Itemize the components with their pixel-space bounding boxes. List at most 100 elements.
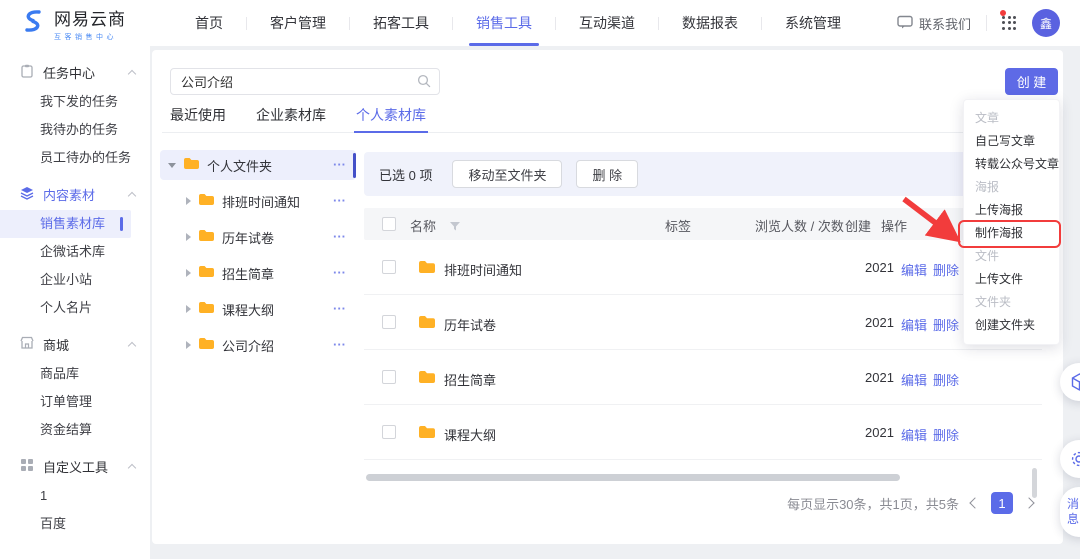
delete-link[interactable]: 删除 (933, 370, 959, 389)
tab-enterprise-library[interactable]: 企业素材库 (256, 100, 326, 132)
more-actions-icon[interactable] (333, 160, 346, 170)
edit-link[interactable]: 编辑 (901, 260, 927, 279)
delete-link[interactable]: 删除 (933, 260, 959, 279)
contact-us-label: 联系我们 (918, 16, 971, 32)
sidebar-item-fund-settlement[interactable]: 资金结算 (0, 416, 150, 444)
select-all-checkbox[interactable] (382, 217, 396, 231)
tree-node-personal-folder[interactable]: 个人文件夹 (160, 150, 356, 180)
menu-item-repost-official-article[interactable]: 转载公众号文章 (964, 153, 1059, 176)
more-actions-icon[interactable] (333, 232, 346, 242)
sidebar-section-mall[interactable]: 商城 (0, 329, 150, 360)
contact-us-button[interactable]: 联系我们 (897, 14, 971, 33)
tree-node-shift-notice[interactable]: 排班时间通知 (160, 186, 356, 216)
sidebar-item-tasks-staff-todo[interactable]: 员工待办的任务 (0, 144, 150, 172)
horizontal-scrollbar-thumb[interactable] (366, 474, 900, 481)
row-name-link[interactable]: 历年试卷 (444, 315, 496, 334)
search-input[interactable] (170, 68, 440, 95)
nav-item-channels[interactable]: 互动渠道 (556, 0, 658, 46)
delete-link[interactable]: 删除 (933, 425, 959, 444)
sidebar-item-order-management[interactable]: 订单管理 (0, 388, 150, 416)
sidebar-section-content[interactable]: 内容素材 (0, 179, 150, 210)
more-actions-icon[interactable] (333, 304, 346, 314)
tree-node-admission-brochure[interactable]: 招生简章 (160, 258, 356, 288)
row-name-link[interactable]: 课程大纲 (444, 425, 496, 444)
row-name-link[interactable]: 招生简章 (444, 370, 496, 389)
row-checkbox[interactable] (382, 315, 396, 329)
tree-node-label: 公司介绍 (222, 338, 275, 354)
logo-title: 网易云商 (54, 9, 126, 29)
section-label: 商城 (43, 338, 70, 353)
sidebar-item-personal-card[interactable]: 个人名片 (0, 294, 150, 322)
more-actions-icon[interactable] (333, 340, 346, 350)
filter-funnel-icon[interactable] (450, 219, 460, 234)
more-actions-icon[interactable] (333, 196, 346, 206)
message-float-button[interactable]: 消息 (1060, 487, 1080, 537)
section-label: 内容素材 (43, 188, 96, 203)
column-header-name: 名称 (410, 219, 437, 234)
row-created-date: 2021 (865, 315, 894, 330)
nav-item-reports[interactable]: 数据报表 (659, 0, 761, 46)
tree-node-label: 历年试卷 (222, 230, 275, 246)
sidebar-item-wecom-scripts[interactable]: 企微话术库 (0, 238, 150, 266)
menu-item-upload-poster[interactable]: 上传海报 (964, 199, 1059, 222)
nav-item-home[interactable]: 首页 (172, 0, 246, 46)
sidebar-section-custom-tools[interactable]: 自定义工具 (0, 451, 150, 482)
sidebar-item-custom-1[interactable]: 1 (0, 482, 150, 510)
row-name-link[interactable]: 排班时间通知 (444, 260, 522, 279)
message-label: 消息 (1067, 497, 1080, 526)
caret-right-icon[interactable] (186, 305, 191, 313)
caret-right-icon[interactable] (186, 341, 191, 349)
folder-icon (418, 260, 436, 277)
nav-item-customers[interactable]: 客户管理 (247, 0, 349, 46)
prev-page-icon[interactable] (969, 497, 981, 509)
sidebar-section-tasks[interactable]: 任务中心 (0, 57, 150, 88)
menu-item-create-folder[interactable]: 创建文件夹 (964, 314, 1059, 337)
sidebar-item-sales-materials[interactable]: 销售素材库 (0, 210, 131, 238)
avatar[interactable]: 鑫 (1032, 9, 1060, 37)
sidebar: 任务中心 我下发的任务 我待办的任务 员工待办的任务 内容素材 销售素材库 企微… (0, 46, 150, 559)
row-created-date: 2021 (865, 370, 894, 385)
next-page-icon[interactable] (1023, 497, 1035, 509)
edit-link[interactable]: 编辑 (901, 315, 927, 334)
caret-right-icon[interactable] (186, 233, 191, 241)
menu-item-write-article[interactable]: 自己写文章 (964, 130, 1059, 153)
nav-item-system[interactable]: 系统管理 (762, 0, 864, 46)
nav-item-sales-tools[interactable]: 销售工具 (453, 0, 555, 46)
tree-node-course-outline[interactable]: 课程大纲 (160, 294, 356, 324)
menu-item-upload-file[interactable]: 上传文件 (964, 268, 1059, 291)
tree-node-past-exams[interactable]: 历年试卷 (160, 222, 356, 252)
page-1-button[interactable]: 1 (991, 492, 1013, 514)
move-to-folder-button[interactable]: 移动至文件夹 (452, 160, 563, 188)
caret-right-icon[interactable] (186, 197, 191, 205)
edit-link[interactable]: 编辑 (901, 425, 927, 444)
caret-down-icon[interactable] (168, 162, 176, 168)
annotation-arrow (902, 196, 961, 243)
edit-link[interactable]: 编辑 (901, 370, 927, 389)
sidebar-item-product-library[interactable]: 商品库 (0, 360, 150, 388)
delete-link[interactable]: 删除 (933, 315, 959, 334)
section-label: 自定义工具 (43, 460, 109, 475)
sidebar-item-company-site[interactable]: 企业小站 (0, 266, 150, 294)
row-checkbox[interactable] (382, 260, 396, 274)
row-checkbox[interactable] (382, 370, 396, 384)
create-button[interactable]: 创 建 (1005, 68, 1058, 95)
chevron-up-icon (127, 463, 137, 473)
settings-float-button[interactable] (1060, 440, 1080, 478)
more-actions-icon[interactable] (333, 268, 346, 278)
sidebar-item-tasks-sent[interactable]: 我下发的任务 (0, 88, 150, 116)
sidebar-item-tasks-my-todo[interactable]: 我待办的任务 (0, 116, 150, 144)
app-grid-icon[interactable] (1000, 9, 1017, 31)
sidebar-item-baidu[interactable]: 百度 (0, 510, 150, 538)
tab-recently-used[interactable]: 最近使用 (170, 100, 226, 132)
row-checkbox[interactable] (382, 425, 396, 439)
search-icon[interactable] (417, 74, 431, 93)
cube-float-button[interactable] (1060, 363, 1080, 401)
nav-item-prospecting[interactable]: 拓客工具 (350, 0, 452, 46)
tab-personal-library[interactable]: 个人素材库 (354, 100, 428, 133)
delete-button[interactable]: 删 除 (576, 160, 639, 188)
pagination: 每页显示30条，共1页，共5条 1 (787, 492, 1035, 514)
tree-scrollbar-thumb[interactable] (353, 153, 356, 178)
caret-right-icon[interactable] (186, 269, 191, 277)
top-navbar: 网易云商 互客销售中心 首页 客户管理 拓客工具 销售工具 互动渠道 数据报表 … (0, 0, 1080, 46)
tree-node-company-intro[interactable]: 公司介绍 (160, 330, 356, 360)
